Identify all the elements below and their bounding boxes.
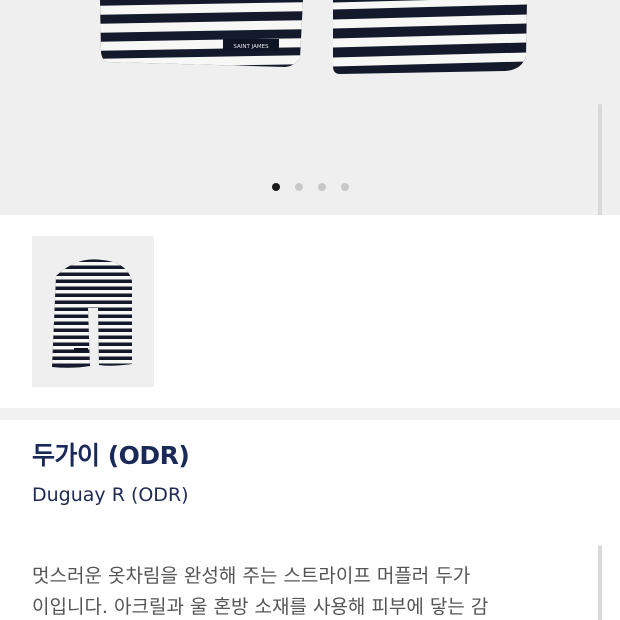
thumbnail-strip [0, 215, 620, 410]
description-line: 이입니다. 아크릴과 울 혼방 소재를 사용해 피부에 닿는 감 [32, 596, 489, 618]
carousel-dot[interactable] [271, 183, 280, 191]
product-subtitle: Duguay R (ODR) [32, 484, 189, 506]
carousel-dot[interactable] [317, 183, 326, 191]
scarf-thumbnail-illustration [52, 259, 132, 368]
section-divider [0, 408, 620, 420]
product-hero-image[interactable]: SAINT JAMES [0, 0, 620, 215]
carousel-dot[interactable] [294, 183, 303, 191]
product-title: 두가이 (ODR) [32, 441, 190, 470]
brand-label-text: SAINT JAMES [233, 44, 269, 50]
product-description: 멋스러운 옷차림을 완성해 주는 스트라이프 머플러 두가 이입니다. 아크릴과… [32, 561, 592, 620]
description-line: 멋스러운 옷차림을 완성해 주는 스트라이프 머플러 두가 [32, 565, 471, 587]
product-thumbnail[interactable] [32, 236, 154, 387]
carousel-dot[interactable] [340, 183, 349, 191]
description-scrollbar[interactable] [598, 545, 602, 620]
carousel-pagination [0, 183, 620, 191]
